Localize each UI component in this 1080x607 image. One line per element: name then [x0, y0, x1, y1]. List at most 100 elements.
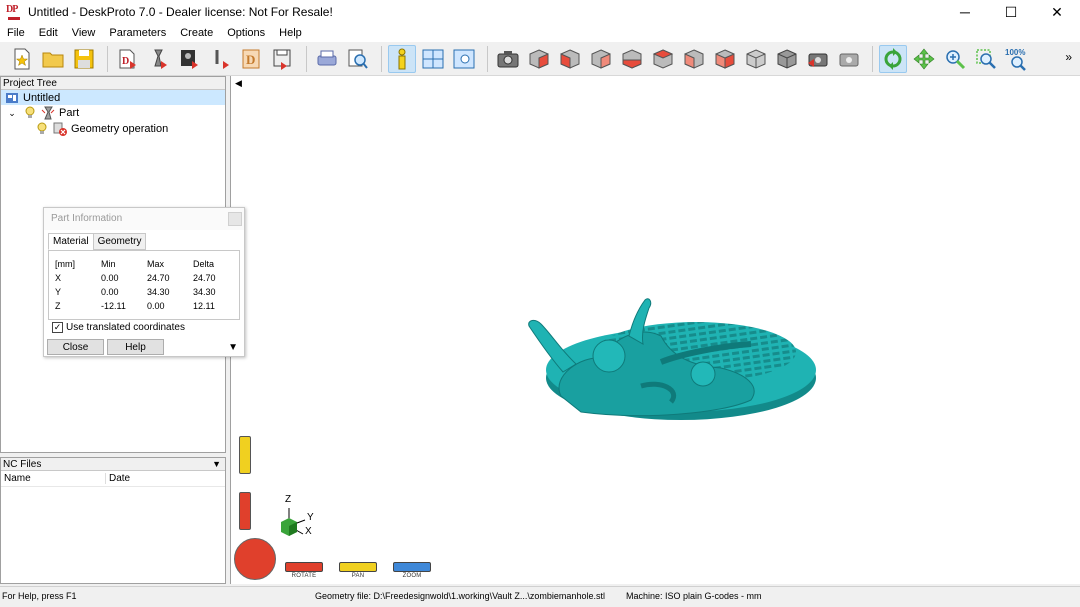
help-button[interactable]: Help — [107, 339, 164, 355]
toolbar-overflow-button[interactable]: » — [1065, 50, 1072, 64]
tree-item-part[interactable]: ⌄ Part — [1, 105, 225, 121]
tab-geometry[interactable]: Geometry — [92, 233, 147, 250]
window-title: Untitled - DeskProto 7.0 - Dealer licens… — [28, 5, 333, 19]
pan-mode-button[interactable]: PAN — [339, 562, 377, 579]
cube-iso-icon — [529, 48, 549, 69]
tree-item-operation[interactable]: Geometry operation — [1, 121, 225, 137]
menu-file[interactable]: File — [0, 27, 32, 39]
light-bulb-icon[interactable] — [23, 106, 37, 120]
nc-files-header[interactable]: NC Files ▼ — [1, 458, 225, 471]
menu-edit[interactable]: Edit — [32, 27, 65, 39]
rotate-dial[interactable] — [234, 538, 276, 580]
view-iso-button[interactable] — [525, 45, 553, 73]
export-button[interactable] — [269, 45, 297, 73]
drawing-import-icon: D — [242, 49, 260, 68]
menu-help[interactable]: Help — [272, 27, 309, 39]
cube-left-icon — [622, 48, 642, 69]
translated-coordinates-checkbox[interactable]: ✓ Use translated coordinates — [52, 322, 185, 333]
rotate-mode-button[interactable]: ROTATE — [285, 562, 323, 579]
view-wire-button[interactable] — [773, 45, 801, 73]
previous-view-button[interactable] — [804, 45, 832, 73]
close-dialog-button[interactable]: Close — [47, 339, 104, 355]
nc-files-columns: Name Date — [1, 471, 225, 487]
new-project-button[interactable] — [8, 45, 36, 73]
dropdown-arrow-icon[interactable]: ▼ — [212, 458, 221, 471]
open-button[interactable] — [39, 45, 67, 73]
load-geometry-button[interactable]: D — [114, 45, 142, 73]
pan-slider[interactable] — [239, 436, 251, 474]
menu-parameters[interactable]: Parameters — [102, 27, 173, 39]
print-preview-button[interactable] — [344, 45, 372, 73]
tree-part-label: Part — [59, 107, 80, 119]
zoom-window-button[interactable] — [450, 45, 478, 73]
status-geometry-file: Geometry file: D:\Freedesignwold\1.worki… — [315, 591, 605, 601]
view-left-button[interactable] — [618, 45, 646, 73]
rotate-tool-button[interactable] — [879, 44, 907, 73]
view-back-button[interactable] — [587, 45, 615, 73]
pan-tool-button[interactable] — [910, 45, 938, 73]
zoom-tool-button[interactable] — [941, 45, 969, 73]
zoom-box-icon — [976, 48, 996, 69]
folder-icon — [42, 52, 64, 67]
camera-back-icon — [808, 53, 828, 67]
load-part-button[interactable] — [145, 45, 173, 73]
menu-create[interactable]: Create — [173, 27, 220, 39]
zoom-slider[interactable] — [239, 492, 251, 530]
part-import-icon — [154, 49, 167, 69]
model-3d[interactable] — [521, 296, 821, 426]
load-dxf-button[interactable]: D — [238, 45, 266, 73]
zoom-box-button[interactable] — [972, 45, 1000, 73]
chevron-down-icon[interactable]: ⌄ — [5, 106, 19, 120]
close-button[interactable]: ✕ — [1034, 0, 1080, 24]
dimensions-panel: [mm] Min Max Delta X 0.00 24.70 24.70 Y … — [48, 250, 240, 320]
screenshot-button[interactable] — [494, 45, 522, 73]
tab-material[interactable]: Material — [48, 233, 94, 250]
expand-arrow-icon[interactable]: ▼ — [228, 342, 238, 353]
view-bottom-button[interactable] — [711, 45, 739, 73]
axis-z-label: Z — [285, 494, 292, 505]
part-info-button[interactable] — [388, 44, 416, 73]
maximize-button[interactable]: ☐ — [988, 0, 1034, 24]
load-bitmap-button[interactable] — [176, 45, 204, 73]
view-shaded-button[interactable] — [742, 45, 770, 73]
menu-options[interactable]: Options — [220, 27, 272, 39]
load-vector-button[interactable] — [207, 45, 235, 73]
cube-flat-icon — [777, 48, 797, 69]
new-file-icon — [14, 48, 30, 69]
dialog-close-icon[interactable] — [228, 212, 242, 226]
column-header-name[interactable]: Name — [1, 473, 105, 484]
vector-import-icon — [215, 49, 229, 69]
tree-item-project[interactable]: Untitled — [1, 90, 225, 105]
minimize-button[interactable]: ─ — [942, 0, 988, 24]
checkbox-check-icon[interactable]: ✓ — [52, 322, 63, 333]
svg-text:100%: 100% — [1005, 48, 1025, 57]
layout-button[interactable] — [419, 45, 447, 73]
nc-files-panel: NC Files ▼ Name Date — [0, 457, 226, 584]
print-button[interactable] — [313, 45, 341, 73]
zoom-mode-button[interactable]: ZOOM — [393, 562, 431, 579]
view-right-button[interactable] — [649, 45, 677, 73]
column-header-date[interactable]: Date — [105, 473, 130, 484]
title-bar: DP Untitled - DeskProto 7.0 - Dealer lic… — [0, 0, 1080, 24]
axis-cube-icon — [281, 508, 306, 536]
camera-icon — [497, 50, 519, 67]
next-view-button[interactable] — [835, 45, 863, 73]
menu-bar: File Edit View Parameters Create Options… — [0, 24, 1080, 42]
menu-view[interactable]: View — [65, 27, 103, 39]
rotate-arrows-icon — [884, 47, 902, 70]
zoom-100-icon: 100% — [1005, 48, 1026, 71]
collapse-panel-icon[interactable]: ◀ — [235, 78, 242, 89]
cube-right-icon — [652, 48, 674, 69]
svg-text:D: D — [246, 52, 255, 67]
view-front-button[interactable] — [556, 45, 584, 73]
save-button[interactable] — [70, 45, 98, 73]
save-as-icon — [273, 49, 291, 70]
zoom-100-button[interactable]: 100% — [1003, 45, 1031, 73]
light-bulb-icon[interactable] — [35, 122, 49, 136]
svg-text:D: D — [122, 56, 129, 67]
view-top-button[interactable] — [680, 45, 708, 73]
pan-arrows-icon — [913, 48, 935, 69]
status-help-text: For Help, press F1 — [2, 591, 77, 601]
axis-indicator: Z Y X — [277, 494, 327, 544]
3d-viewport[interactable]: ◀ Z Y X ROTATE PAN ZOOM — [230, 76, 1080, 584]
